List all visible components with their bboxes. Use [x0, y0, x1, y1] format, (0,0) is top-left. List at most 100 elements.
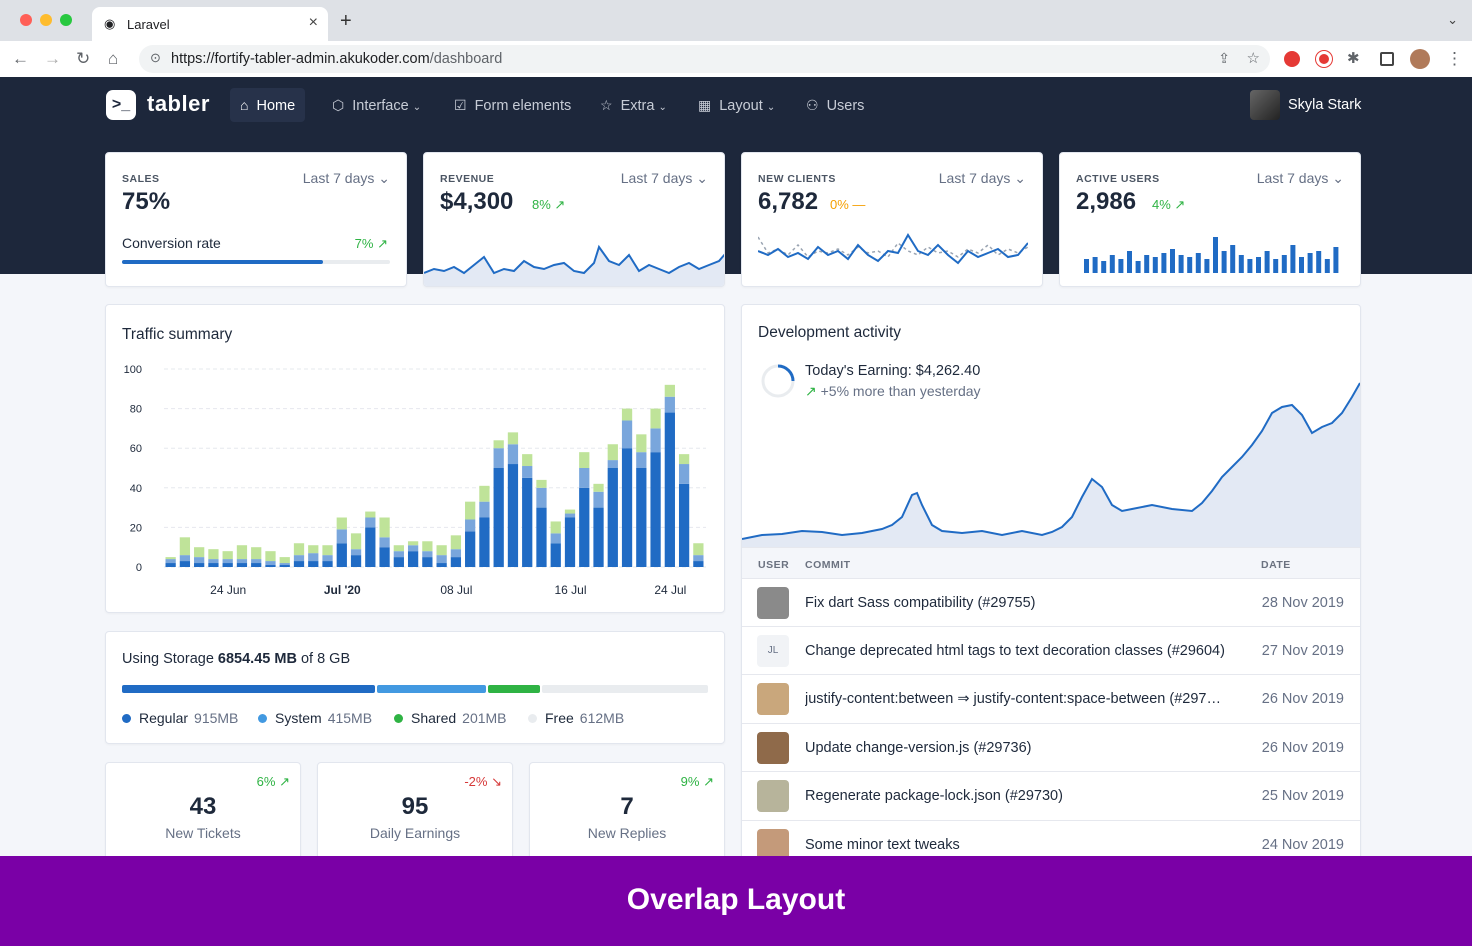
traffic-bar — [650, 408, 661, 429]
replies-value: 7 — [620, 793, 634, 820]
users-bar — [1161, 253, 1167, 273]
home-icon: ⌂ — [240, 97, 249, 113]
avatar: JL — [757, 635, 789, 667]
traffic-bar — [279, 565, 290, 567]
traffic-bar — [365, 527, 376, 567]
browser-toolbar: ← → ↻ ⌂ ⊙ https://fortify-tabler-admin.a… — [0, 41, 1472, 77]
home-browser-icon[interactable]: ⌂ — [108, 49, 118, 69]
close-tab-icon[interactable]: × — [309, 14, 318, 32]
traffic-bar — [293, 561, 305, 567]
traffic-bar — [678, 464, 690, 484]
maximize-window-button[interactable] — [60, 14, 72, 26]
clients-delta: 0% — — [830, 197, 866, 212]
reload-icon[interactable]: ↻ — [76, 49, 90, 69]
tab-search-icon[interactable]: ⌄ — [1447, 12, 1458, 28]
forward-icon[interactable]: → — [44, 49, 61, 69]
close-window-button[interactable] — [20, 14, 32, 26]
traffic-bar — [507, 444, 519, 465]
nav-users[interactable]: ⚇ Users — [796, 88, 874, 122]
traffic-bar — [279, 563, 290, 566]
sidebar-icon[interactable] — [1380, 52, 1394, 66]
traffic-bar — [664, 384, 675, 397]
logo-icon[interactable]: >_ — [106, 90, 136, 120]
nav-form-elements[interactable]: ☑ Form elements — [444, 88, 581, 122]
traffic-bar — [194, 563, 205, 567]
traffic-bar — [308, 553, 319, 562]
adblock-icon[interactable] — [1284, 51, 1300, 67]
table-row[interactable]: justify-content:between ⇒ justify-conten… — [742, 674, 1360, 722]
browser-tab[interactable]: ◉ Laravel × — [92, 7, 328, 41]
commit-message: Regenerate package-lock.json (#29730) — [805, 788, 1063, 804]
profile-avatar[interactable] — [1410, 49, 1430, 69]
free-dot — [528, 714, 537, 723]
table-row[interactable]: JL Change deprecated html tags to text d… — [742, 626, 1360, 674]
clients-range-dropdown[interactable]: Last 7 days ⌄ — [939, 170, 1026, 187]
opera-icon[interactable] — [1316, 51, 1332, 67]
users-bar — [1264, 251, 1270, 273]
new-tab-button[interactable]: + — [340, 10, 352, 33]
storage-progress — [122, 685, 708, 693]
traffic-bar — [208, 559, 219, 564]
commit-message: Some minor text tweaks — [805, 837, 960, 853]
traffic-bar — [479, 517, 490, 567]
traffic-bar — [179, 561, 191, 567]
url-path: /dashboard — [429, 51, 503, 67]
traffic-chart: 0 20 40 60 80 100 24 Jun Jul '20 08 Jul 16 Jul 24 … — [124, 364, 706, 597]
checkbox-icon: ☑ — [454, 97, 467, 113]
sales-range-dropdown[interactable]: Last 7 days ⌄ — [303, 170, 390, 187]
users-bar — [1256, 257, 1261, 273]
traffic-bar — [479, 501, 490, 518]
system-dot — [258, 714, 267, 723]
sales-label: SALES — [122, 173, 160, 185]
users-bar — [1213, 237, 1218, 273]
minimize-window-button[interactable] — [40, 14, 52, 26]
nav-home[interactable]: ⌂ Home — [230, 88, 306, 122]
y-tick-label: 100 — [124, 364, 142, 376]
clients-label: NEW CLIENTS — [758, 173, 836, 185]
traffic-bar — [236, 563, 248, 567]
traffic-bar — [393, 551, 404, 558]
traffic-bar — [664, 412, 675, 567]
traffic-bar — [564, 509, 576, 514]
user-name[interactable]: Skyla Stark — [1288, 97, 1361, 113]
traffic-bar — [550, 543, 561, 567]
user-avatar[interactable] — [1250, 90, 1280, 120]
revenue-range-dropdown[interactable]: Last 7 days ⌄ — [621, 170, 708, 187]
extensions-icon[interactable]: ✱ — [1347, 49, 1360, 67]
traffic-bar — [279, 557, 290, 564]
commits-table-header: USER COMMIT DATE — [742, 547, 1360, 579]
traffic-bar — [593, 491, 604, 508]
brand-name[interactable]: tabler — [147, 91, 210, 117]
address-bar[interactable]: ⊙ https://fortify-tabler-admin.akukoder.… — [139, 45, 1270, 73]
commit-date: 26 Nov 2019 — [1261, 691, 1344, 707]
traffic-bar — [336, 517, 347, 530]
users-bar — [1333, 247, 1339, 273]
share-icon[interactable]: ⇪ — [1218, 50, 1230, 67]
users-bar — [1144, 255, 1150, 273]
dev-activity-chart — [742, 382, 1360, 547]
legend-system: System 415MB — [258, 710, 372, 726]
menu-kebab-icon[interactable]: ⋮ — [1446, 49, 1463, 69]
col-user: USER — [758, 559, 790, 571]
trend-up-icon: ↗ — [1174, 197, 1186, 212]
table-row[interactable]: Regenerate package-lock.json (#29730) 25… — [742, 771, 1360, 819]
traffic-bar — [465, 531, 476, 567]
nav-layout[interactable]: ▦ Layout ⌄ — [688, 88, 785, 122]
site-info-icon[interactable]: ⊙ — [150, 50, 161, 66]
traffic-bar — [593, 483, 604, 492]
traffic-bar — [194, 547, 205, 558]
users-range-dropdown[interactable]: Last 7 days ⌄ — [1257, 170, 1344, 187]
table-row[interactable]: Update change-version.js (#29736) 26 Nov… — [742, 723, 1360, 771]
col-date: DATE — [1261, 559, 1291, 571]
sales-card: SALES Last 7 days ⌄ 75% Conversion rate … — [105, 152, 407, 287]
nav-interface[interactable]: ⬡ Interface ⌄ — [322, 88, 431, 122]
nav-extra[interactable]: ☆ Extra ⌄ — [590, 88, 677, 122]
layout-banner: Overlap Layout — [0, 856, 1472, 946]
back-icon[interactable]: ← — [12, 49, 29, 69]
traffic-bar — [422, 557, 433, 567]
tab-title: Laravel — [127, 17, 170, 32]
trend-flat-icon: — — [852, 197, 866, 212]
bookmark-star-icon[interactable]: ☆ — [1247, 49, 1260, 67]
table-row[interactable]: Fix dart Sass compatibility (#29755) 28 … — [742, 578, 1360, 626]
tickets-value: 43 — [189, 793, 217, 820]
